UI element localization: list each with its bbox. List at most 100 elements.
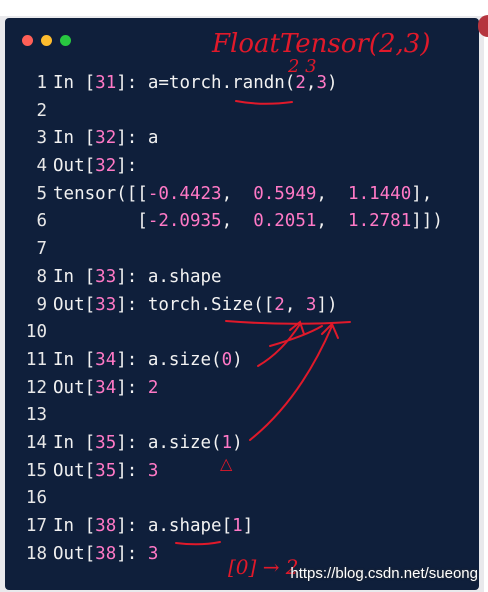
code-line: 1 In [31]: a=torch.randn(2,3) [5, 70, 479, 98]
code-number: 34 [95, 349, 117, 370]
code-token: ]) [316, 294, 338, 315]
line-number: 17 [25, 516, 47, 536]
code-line: 3 In [32]: a [5, 125, 479, 153]
code-number: 1 [232, 516, 243, 536]
code-number: 3 [305, 294, 317, 315]
code-text: In [38]: a.shape[1] [53, 513, 253, 541]
line-number: 7 [36, 239, 47, 260]
code-number: 2 [147, 377, 159, 398]
code-token: ) [327, 73, 338, 93]
code-number: 3 [147, 460, 159, 481]
code-text: In [35]: a.size(1) [53, 430, 243, 458]
code-number: 0.2051 [253, 211, 317, 232]
line-number: 6 [36, 211, 47, 232]
line-number: 15 [25, 460, 47, 481]
code-token: tensor([[ [53, 183, 148, 204]
code-text: Out[38]: 3 [53, 541, 158, 569]
minimize-button[interactable] [41, 35, 52, 46]
line-number: 10 [25, 322, 47, 343]
code-line: 5 tensor([[-0.4423, 0.5949, 1.1440], [5, 181, 479, 209]
code-token: Out[ [53, 156, 96, 177]
code-token: ]: torch.Size([ [116, 294, 275, 315]
code-line: 12 Out[34]: 2 [5, 375, 479, 403]
code-text: tensor([[-0.4423, 0.5949, 1.1440], [53, 181, 432, 209]
code-token: , [305, 73, 317, 93]
code-text: Out[34]: 2 [53, 375, 158, 403]
code-token: ]: a=torch.randn( [116, 73, 296, 93]
code-line: 16 [5, 485, 479, 513]
code-token: ]: [116, 460, 148, 481]
code-token: ], [411, 183, 433, 204]
code-number: 3 [316, 73, 327, 93]
code-token: ] [242, 516, 254, 536]
code-token: ]: a.shape[ [116, 516, 233, 536]
code-token: , [316, 183, 349, 204]
line-number: 4 [36, 156, 47, 177]
code-text: Out[32]: [53, 153, 137, 181]
code-token: Out[ [53, 377, 96, 398]
line-number: 8 [36, 266, 47, 287]
watermark-text: https://blog.csdn.net/sueong [290, 565, 478, 582]
code-line: 9 Out[33]: torch.Size([2, 3]) [5, 292, 479, 320]
line-number: 16 [25, 488, 47, 509]
code-token: ]: a.size( [116, 349, 222, 370]
code-number: 34 [95, 377, 117, 398]
line-number: 14 [25, 432, 47, 453]
code-token: , [221, 211, 254, 232]
code-text: Out[33]: torch.Size([2, 3]) [53, 292, 338, 320]
code-number: 2 [274, 294, 285, 315]
code-token: ]: a [116, 128, 159, 149]
code-line: 2 [5, 98, 479, 126]
code-line: 14 In [35]: a.size(1) [5, 430, 479, 458]
code-token: ) [232, 432, 243, 453]
code-token: , [284, 294, 306, 315]
code-token: Out[ [53, 543, 96, 564]
code-token: ]: a.size( [116, 432, 222, 453]
code-token: In [ [53, 266, 96, 287]
line-number: 3 [36, 128, 47, 149]
code-line: 15 Out[35]: 3 [5, 458, 479, 486]
code-token: ]: a.shape [116, 266, 222, 287]
code-text: In [34]: a.size(0) [53, 347, 243, 375]
line-number: 11 [25, 349, 47, 370]
code-token: , [316, 211, 349, 232]
code-text: In [32]: a [53, 125, 158, 153]
close-button[interactable] [22, 35, 33, 46]
code-line: 7 [5, 236, 479, 264]
code-token: , [221, 183, 254, 204]
code-text: Out[35]: 3 [53, 458, 158, 486]
code-token: In [ [53, 73, 96, 93]
code-line: 11 In [34]: a.size(0) [5, 347, 479, 375]
code-number: 32 [95, 128, 117, 149]
code-block: 1 In [31]: a=torch.randn(2,3) 2 3 In [32]: a… [5, 70, 479, 568]
code-token: In [ [53, 349, 96, 370]
line-number: 5 [36, 183, 47, 204]
code-text: [-2.0935, 0.2051, 1.2781]]) [53, 208, 443, 236]
code-token: In [ [53, 432, 96, 453]
line-number: 13 [25, 405, 47, 426]
code-number: 38 [95, 543, 117, 564]
code-number: 31 [95, 73, 117, 93]
code-token: ]: [116, 377, 148, 398]
code-token: Out[ [53, 294, 96, 315]
code-text: In [31]: a=torch.randn(2,3) [53, 70, 338, 98]
code-line: 13 [5, 402, 479, 430]
code-token: ]: [116, 156, 138, 177]
code-line: 6 [-2.0935, 0.2051, 1.2781]]) [5, 208, 479, 236]
code-token: In [ [53, 128, 96, 149]
code-window: 1 In [31]: a=torch.randn(2,3) 2 3 In [32]: a… [5, 18, 479, 590]
code-number: 1 [221, 432, 233, 453]
window-controls [22, 35, 71, 46]
code-line: 10 [5, 319, 479, 347]
code-token: [ [53, 211, 148, 232]
code-line: 17 In [38]: a.shape[1] [5, 513, 479, 541]
maximize-button[interactable] [60, 35, 71, 46]
line-number: 1 [36, 73, 47, 93]
code-number: 35 [95, 432, 117, 453]
code-token: ]: [116, 543, 148, 564]
line-number: 18 [25, 543, 47, 564]
line-number: 2 [36, 100, 47, 121]
code-number: -0.4423 [147, 183, 222, 204]
code-token: ) [232, 349, 243, 370]
code-token: In [ [53, 516, 96, 536]
